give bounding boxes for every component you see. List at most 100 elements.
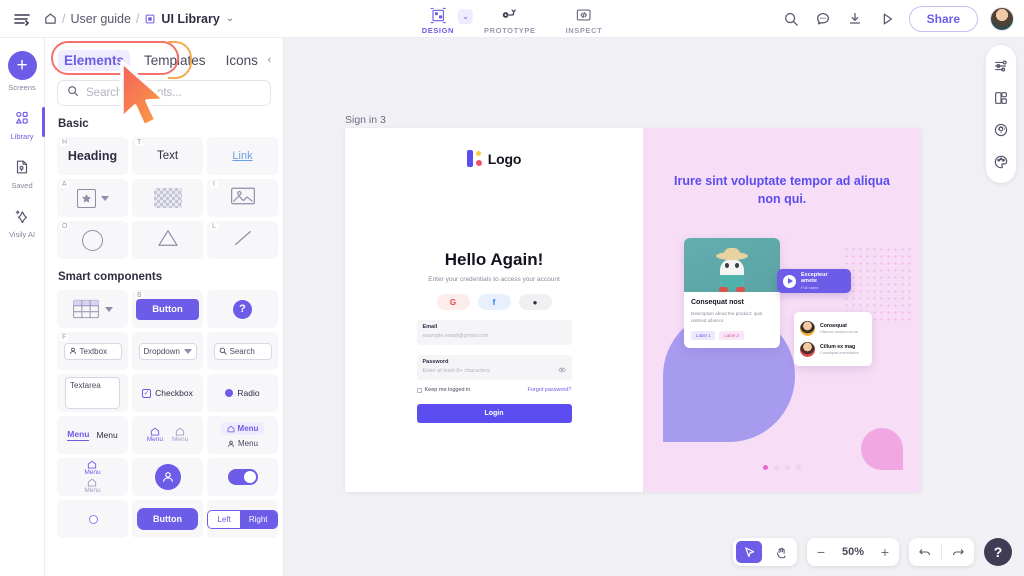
carousel-dot-2[interactable] xyxy=(774,465,779,470)
palette-icon[interactable] xyxy=(991,152,1011,172)
search-icon[interactable] xyxy=(781,9,801,29)
component-menu-list-label2: Menu xyxy=(237,439,258,448)
password-field[interactable]: Password Enter at least 8+ characters xyxy=(416,355,572,380)
component-pill-button[interactable]: Button xyxy=(132,500,203,538)
properties-icon[interactable] xyxy=(991,56,1011,76)
layers-icon[interactable] xyxy=(991,88,1011,108)
breadcrumb-file[interactable]: UI Library xyxy=(161,12,219,26)
component-segmented[interactable]: Left Right xyxy=(207,500,278,538)
chevron-left-icon[interactable]: ‹ xyxy=(262,52,277,67)
section-title-basic: Basic xyxy=(58,118,89,130)
element-line[interactable]: L xyxy=(207,221,278,259)
zoom-value[interactable]: 50% xyxy=(838,546,868,558)
logo-mark-icon xyxy=(466,150,483,167)
element-text[interactable]: T Text xyxy=(132,137,203,175)
dropdown-chip: Dropdown xyxy=(138,342,197,360)
google-icon[interactable]: G xyxy=(436,294,470,310)
tab-inspect[interactable]: INSPECT xyxy=(566,6,603,38)
element-icon[interactable]: A xyxy=(57,179,128,217)
component-dropdown[interactable]: Dropdown xyxy=(132,332,203,370)
login-button[interactable]: Login xyxy=(416,404,572,423)
home-icon[interactable] xyxy=(44,12,57,25)
component-search[interactable]: Search xyxy=(207,332,278,370)
eye-icon[interactable] xyxy=(557,367,566,375)
component-menu-icons[interactable]: Menu Menu xyxy=(132,416,203,454)
zoom-out-button[interactable]: − xyxy=(813,544,829,560)
logo: Logo xyxy=(345,150,643,167)
top-bar: / User guide / UI Library ⌄ DESIGN ⌄ PRO… xyxy=(0,0,1024,38)
undo-icon[interactable] xyxy=(912,541,938,563)
redo-icon[interactable] xyxy=(945,541,971,563)
tab-prototype[interactable]: PROTOTYPE xyxy=(484,6,536,38)
sidebar-item-library[interactable]: Library xyxy=(0,107,45,141)
toggle-icon xyxy=(227,469,258,485)
component-tooltip[interactable]: ? xyxy=(207,290,278,328)
component-textbox[interactable]: F Textbox xyxy=(57,332,128,370)
carousel-dot-3[interactable] xyxy=(785,465,790,470)
prototype-icon xyxy=(501,6,519,25)
comment-icon[interactable] xyxy=(813,9,833,29)
component-textarea[interactable]: Textarea xyxy=(57,374,128,412)
effects-icon[interactable] xyxy=(991,120,1011,140)
menu-item-vertical-1: Menu xyxy=(84,460,101,476)
element-triangle[interactable] xyxy=(132,221,203,259)
menu-item-home: Menu xyxy=(147,427,163,443)
help-button[interactable]: ? xyxy=(984,538,1012,566)
sidebar-item-saved[interactable]: Saved xyxy=(0,156,45,190)
artboard-sign-in[interactable]: Logo Hello Again! Enter your credentials… xyxy=(345,128,921,492)
tab-templates[interactable]: Templates xyxy=(138,50,212,71)
circle-icon xyxy=(82,229,103,251)
avatar[interactable] xyxy=(990,7,1014,31)
logo-text: Logo xyxy=(487,150,522,167)
component-menu-list[interactable]: Menu Menu xyxy=(207,416,278,454)
component-menu-tabs[interactable]: Menu Menu xyxy=(57,416,128,454)
chevron-down-icon[interactable]: ⌄ xyxy=(226,13,234,24)
blob-decoration-2 xyxy=(861,428,903,470)
signin-subheading: Enter your credentials to access your ac… xyxy=(428,276,560,283)
component-slider[interactable] xyxy=(57,500,128,538)
hamburger-icon[interactable] xyxy=(0,0,44,38)
hand-icon[interactable] xyxy=(768,541,794,563)
carousel-dot-1[interactable] xyxy=(763,465,768,470)
chevron-down-icon xyxy=(100,195,109,201)
element-circle[interactable]: O xyxy=(57,221,128,259)
canvas[interactable]: Sign in 3 Logo Hello Again! Enter your c… xyxy=(284,38,1024,576)
tab-elements[interactable]: Elements xyxy=(58,50,131,71)
component-button[interactable]: B Button xyxy=(132,290,203,328)
share-button[interactable]: Share xyxy=(908,6,978,32)
keep-logged-in-checkbox[interactable]: Keep me logged in xyxy=(416,387,470,393)
apple-icon[interactable]: ● xyxy=(518,294,552,310)
element-rectangle[interactable] xyxy=(132,179,203,217)
search-input[interactable]: Search elements... xyxy=(57,80,271,106)
divider xyxy=(941,544,942,560)
component-toggle[interactable] xyxy=(207,458,278,496)
email-field[interactable]: Email example.email@gmail.com xyxy=(416,320,572,345)
design-chevron-icon[interactable]: ⌄ xyxy=(458,8,474,24)
component-menu-vertical[interactable]: Menu Menu xyxy=(57,458,128,496)
frame-label[interactable]: Sign in 3 xyxy=(345,114,386,126)
breadcrumb-project[interactable]: User guide xyxy=(70,12,130,26)
tab-icons[interactable]: Icons xyxy=(220,50,264,71)
component-radio[interactable]: Radio xyxy=(207,374,278,412)
element-image[interactable]: I xyxy=(207,179,278,217)
product-card-description: Description about the product: quis nost… xyxy=(691,311,762,324)
sidebar-item-screens[interactable]: + Screens xyxy=(0,51,45,92)
facebook-icon[interactable]: f xyxy=(477,294,511,310)
element-heading[interactable]: H Heading xyxy=(57,137,128,175)
forgot-password-link[interactable]: Forgot password? xyxy=(527,387,571,393)
people-list-card: Consequat Ullamco nostrud do ea Cillum e… xyxy=(794,312,872,366)
app-root: / User guide / UI Library ⌄ DESIGN ⌄ PRO… xyxy=(0,0,1024,576)
component-table[interactable] xyxy=(57,290,128,328)
sidebar-item-visily-ai[interactable]: Visily AI xyxy=(0,205,45,239)
component-textarea-label: Textarea xyxy=(70,381,101,390)
star-icon xyxy=(76,188,96,208)
present-icon[interactable] xyxy=(877,9,897,29)
component-avatar[interactable] xyxy=(132,458,203,496)
carousel-dot-4[interactable] xyxy=(796,465,801,470)
cursor-icon[interactable] xyxy=(736,541,762,563)
tab-design[interactable]: DESIGN ⌄ xyxy=(422,6,474,38)
zoom-in-button[interactable]: + xyxy=(877,544,893,560)
component-checkbox[interactable]: ✓ Checkbox xyxy=(132,374,203,412)
download-icon[interactable] xyxy=(845,9,865,29)
element-link[interactable]: Link xyxy=(207,137,278,175)
